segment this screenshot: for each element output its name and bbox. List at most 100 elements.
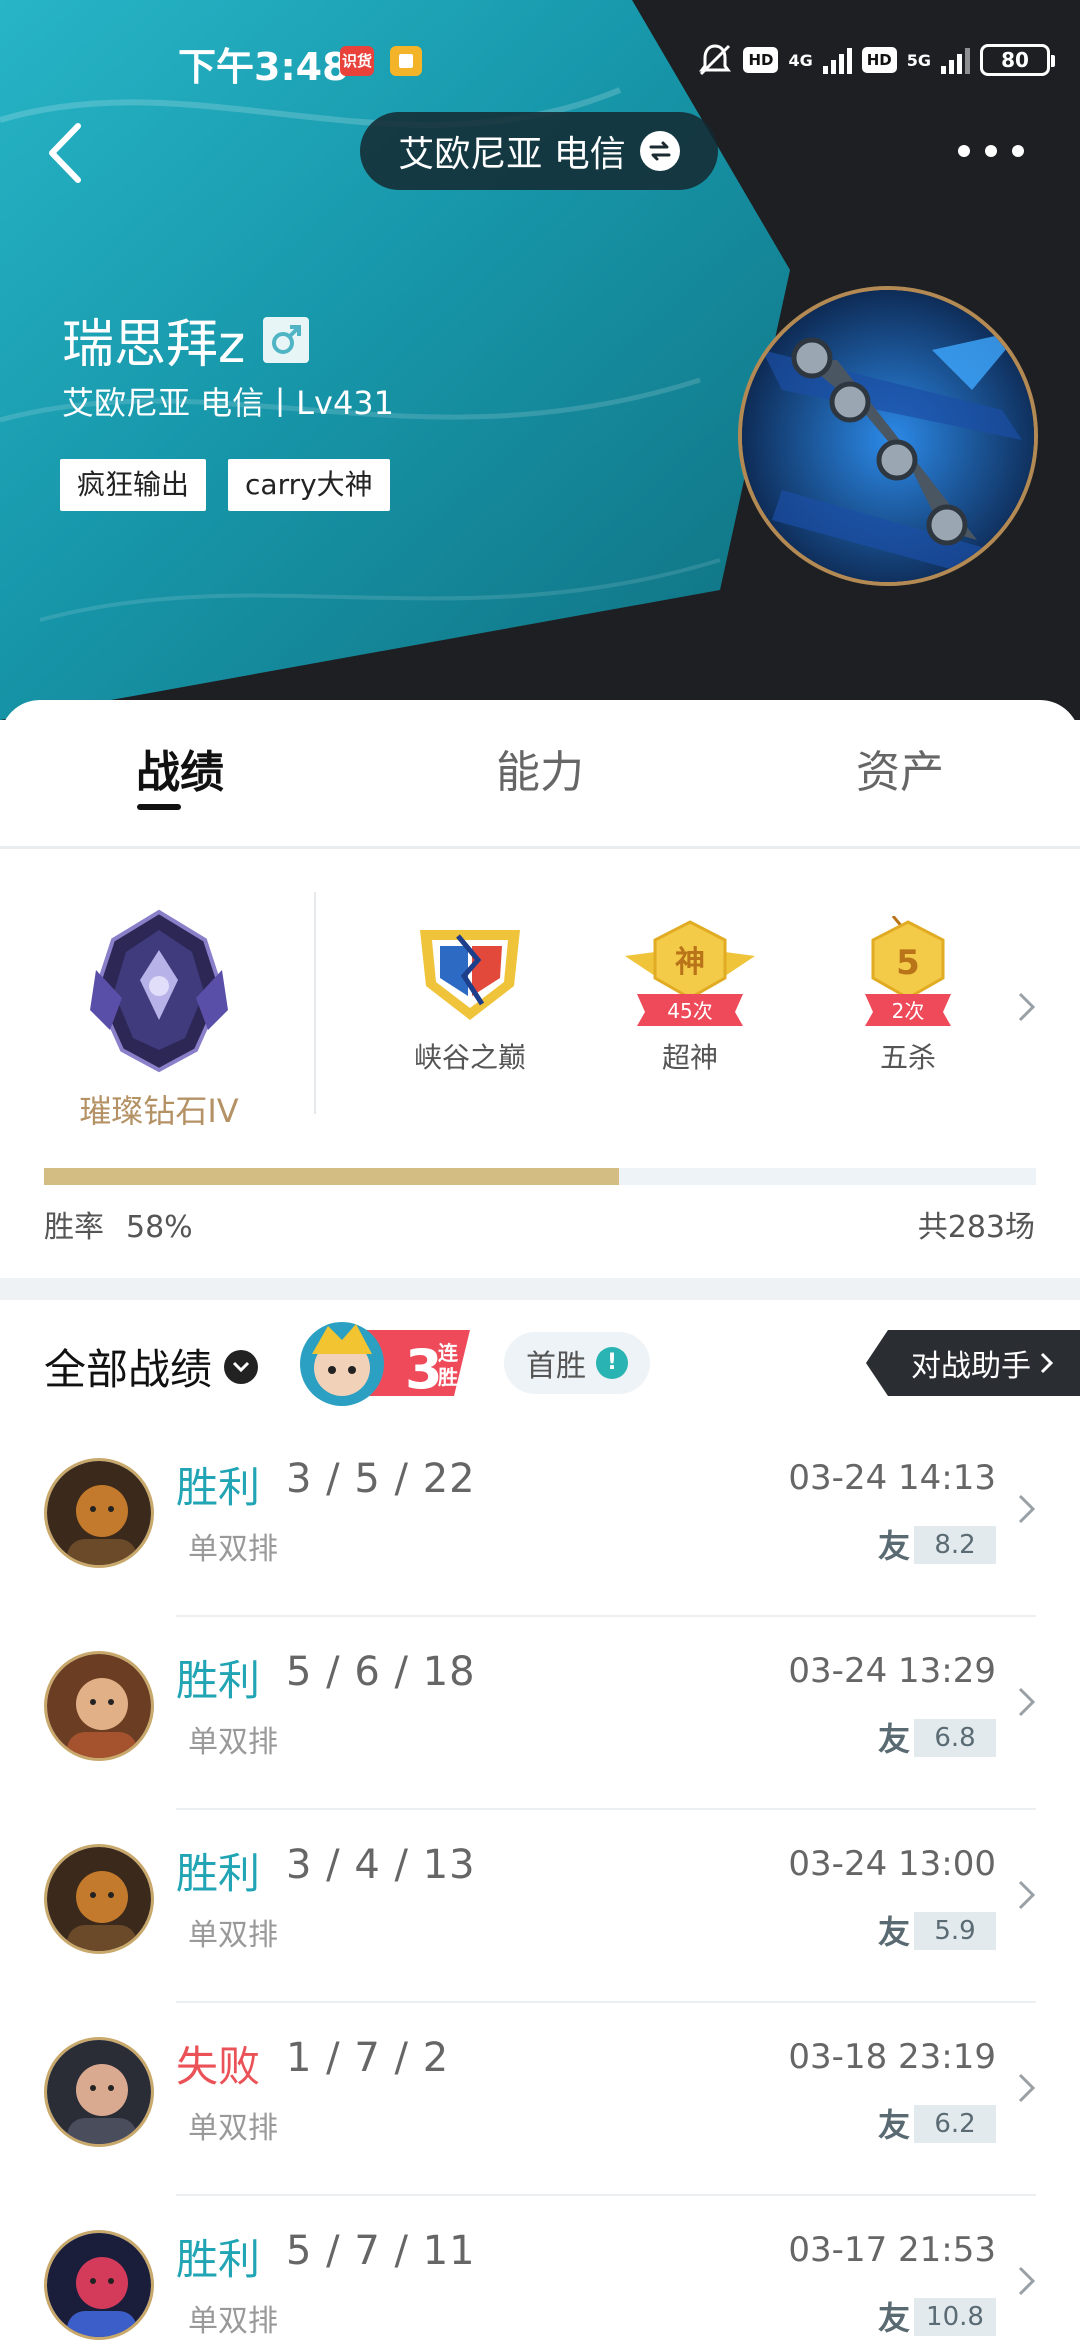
match-time: 03-18 23:19 bbox=[788, 2037, 996, 2077]
friend-glyph: 友 bbox=[878, 1527, 910, 1564]
honor-pentakill[interactable]: 5 2次 五杀 bbox=[828, 915, 988, 1076]
match-kda: 5 / 6 / 18 bbox=[286, 1649, 476, 1695]
match-score: 6.2 bbox=[914, 2105, 996, 2143]
divider bbox=[314, 892, 316, 1114]
match-result: 胜利 bbox=[176, 1656, 261, 1705]
section-divider bbox=[0, 1278, 1080, 1300]
rank-name: 璀璨钻石IV bbox=[79, 1092, 239, 1130]
match-row[interactable]: 胜利 5 / 6 / 18 单双排 03-24 13:29 友 6.8 bbox=[0, 1617, 1080, 1810]
friend-icon: 友 bbox=[878, 2106, 910, 2143]
match-time: 03-17 21:53 bbox=[788, 2230, 996, 2270]
status-time: 下午3:48 bbox=[178, 45, 349, 89]
match-result: 胜利 bbox=[176, 2235, 261, 2284]
male-gender-icon bbox=[263, 316, 310, 363]
match-kda: 5 / 7 / 11 bbox=[286, 2228, 476, 2274]
player-name: 瑞思拜z bbox=[62, 315, 246, 375]
battle-assistant-button[interactable]: 对战助手 bbox=[866, 1330, 1080, 1396]
match-row[interactable]: 胜利 3 / 5 / 22 单双排 03-24 14:13 友 8.2 bbox=[0, 1424, 1080, 1617]
tab-ability[interactable]: 能力 bbox=[440, 736, 640, 800]
net-5g-label: 5G bbox=[906, 50, 931, 70]
match-row[interactable]: 胜利 5 / 7 / 11 单双排 03-17 21:53 友 10.8 bbox=[0, 2196, 1080, 2340]
player-tag: carry大神 bbox=[228, 459, 390, 511]
status-bar: 下午3:48 识货 HD 4G HD 5G 80 bbox=[0, 0, 1080, 120]
honor-label: 峡谷之巅 bbox=[413, 1041, 526, 1074]
friend-icon: 友 bbox=[878, 2299, 910, 2336]
honor-label: 五杀 bbox=[879, 1041, 936, 1074]
total-games: 共283场 bbox=[917, 1210, 1035, 1245]
friend-icon: 友 bbox=[878, 1913, 910, 1950]
match-filter-dropdown[interactable]: 全部战绩 bbox=[44, 1336, 259, 1397]
battery-icon: 80 bbox=[980, 44, 1055, 76]
champion-avatar bbox=[44, 1651, 154, 1761]
match-row[interactable]: 失败 1 / 7 / 2 单双排 03-18 23:19 友 6.2 bbox=[0, 2003, 1080, 2196]
match-score: 6.8 bbox=[914, 1719, 996, 1757]
assistant-label: 对战助手 bbox=[911, 1349, 1031, 1384]
signal-icon bbox=[822, 46, 852, 74]
info-icon: ! bbox=[596, 1347, 628, 1379]
back-arrow-icon[interactable] bbox=[38, 118, 98, 188]
friend-icon: 友 bbox=[878, 1720, 910, 1757]
match-row[interactable]: 胜利 3 / 4 / 13 单双排 03-24 13:00 友 5.9 bbox=[0, 1810, 1080, 2003]
active-tab-indicator bbox=[137, 804, 181, 810]
friend-glyph: 友 bbox=[878, 1913, 910, 1950]
pentakill-badge-icon: 5 2次 bbox=[865, 915, 951, 1026]
winrate-text: 胜率 58% bbox=[44, 1202, 193, 1246]
match-score: 8.2 bbox=[914, 1526, 996, 1564]
win-streak-badge[interactable]: 3 连 胜 bbox=[298, 1318, 470, 1408]
streak-text: 连 bbox=[438, 1341, 459, 1365]
match-result: 失败 bbox=[176, 2042, 261, 2091]
tab-assets[interactable]: 资产 bbox=[800, 736, 1000, 800]
chevron-down-icon bbox=[224, 1349, 259, 1384]
summit-shield-icon bbox=[420, 930, 520, 1020]
champion-avatar bbox=[44, 2230, 154, 2340]
pentakill-count: 2次 bbox=[892, 999, 925, 1023]
player-server-level: 艾欧尼亚 电信丨Lv431 bbox=[62, 384, 395, 422]
champion-avatar bbox=[44, 1458, 154, 1568]
godlike-emblem-text: 神 bbox=[675, 945, 705, 980]
notification-icon bbox=[390, 46, 422, 76]
godlike-count: 45次 bbox=[667, 999, 712, 1023]
first-win-button[interactable]: 首胜 ! bbox=[504, 1332, 650, 1394]
avatar-art bbox=[742, 290, 1034, 582]
match-mode: 单双排 bbox=[188, 2111, 278, 2146]
honor-peak[interactable]: 峡谷之巅 bbox=[390, 916, 550, 1076]
more-options-icon[interactable] bbox=[958, 134, 1024, 168]
profile-header: 下午3:48 识货 HD 4G HD 5G 80 艾欧尼亚 电信 瑞思拜z 艾欧… bbox=[0, 0, 1080, 720]
friend-glyph: 友 bbox=[878, 2106, 910, 2143]
friend-icon: 友 bbox=[878, 1527, 910, 1564]
divider bbox=[0, 846, 1080, 849]
streak-text: 胜 bbox=[438, 1365, 458, 1389]
tab-record[interactable]: 战绩 bbox=[80, 736, 280, 800]
filter-label: 全部战绩 bbox=[44, 1345, 213, 1394]
honor-godlike[interactable]: 神 45次 超神 bbox=[610, 916, 770, 1076]
winrate-label: 胜率 bbox=[44, 1210, 104, 1245]
champion-avatar bbox=[44, 2037, 154, 2147]
server-switch-button[interactable]: 艾欧尼亚 电信 bbox=[360, 112, 718, 190]
tab-bar: 战绩 能力 资产 bbox=[0, 700, 1080, 846]
chevron-right-icon bbox=[1018, 1494, 1036, 1524]
first-win-label: 首胜 bbox=[526, 1349, 586, 1384]
mute-bell-icon bbox=[699, 44, 732, 76]
match-mode: 单双排 bbox=[188, 1725, 278, 1760]
player-avatar[interactable] bbox=[738, 286, 1038, 586]
winrate-bar bbox=[44, 1168, 1036, 1185]
chevron-right-icon[interactable] bbox=[1016, 990, 1038, 1024]
hd-icon: HD bbox=[743, 47, 779, 73]
match-score: 10.8 bbox=[914, 2298, 996, 2336]
signal-icon-2 bbox=[941, 46, 970, 74]
match-mode: 单双排 bbox=[188, 1532, 278, 1567]
champion-avatar bbox=[44, 1844, 154, 1954]
status-indicators: HD 4G HD 5G 80 bbox=[697, 38, 1055, 82]
match-kda: 1 / 7 / 2 bbox=[286, 2035, 450, 2081]
godlike-badge-icon: 神 45次 bbox=[625, 920, 755, 1026]
match-time: 03-24 14:13 bbox=[788, 1458, 996, 1498]
winrate-value: 58% bbox=[126, 1210, 193, 1245]
match-score: 5.9 bbox=[914, 1912, 996, 1950]
friend-glyph: 友 bbox=[878, 2299, 910, 2336]
hd-icon-2: HD bbox=[861, 47, 897, 73]
swap-icon bbox=[639, 131, 680, 171]
match-kda: 3 / 4 / 13 bbox=[286, 1842, 476, 1888]
match-time: 03-24 13:29 bbox=[788, 1651, 996, 1691]
match-result: 胜利 bbox=[176, 1463, 261, 1512]
net-4g-label: 4G bbox=[788, 50, 813, 70]
